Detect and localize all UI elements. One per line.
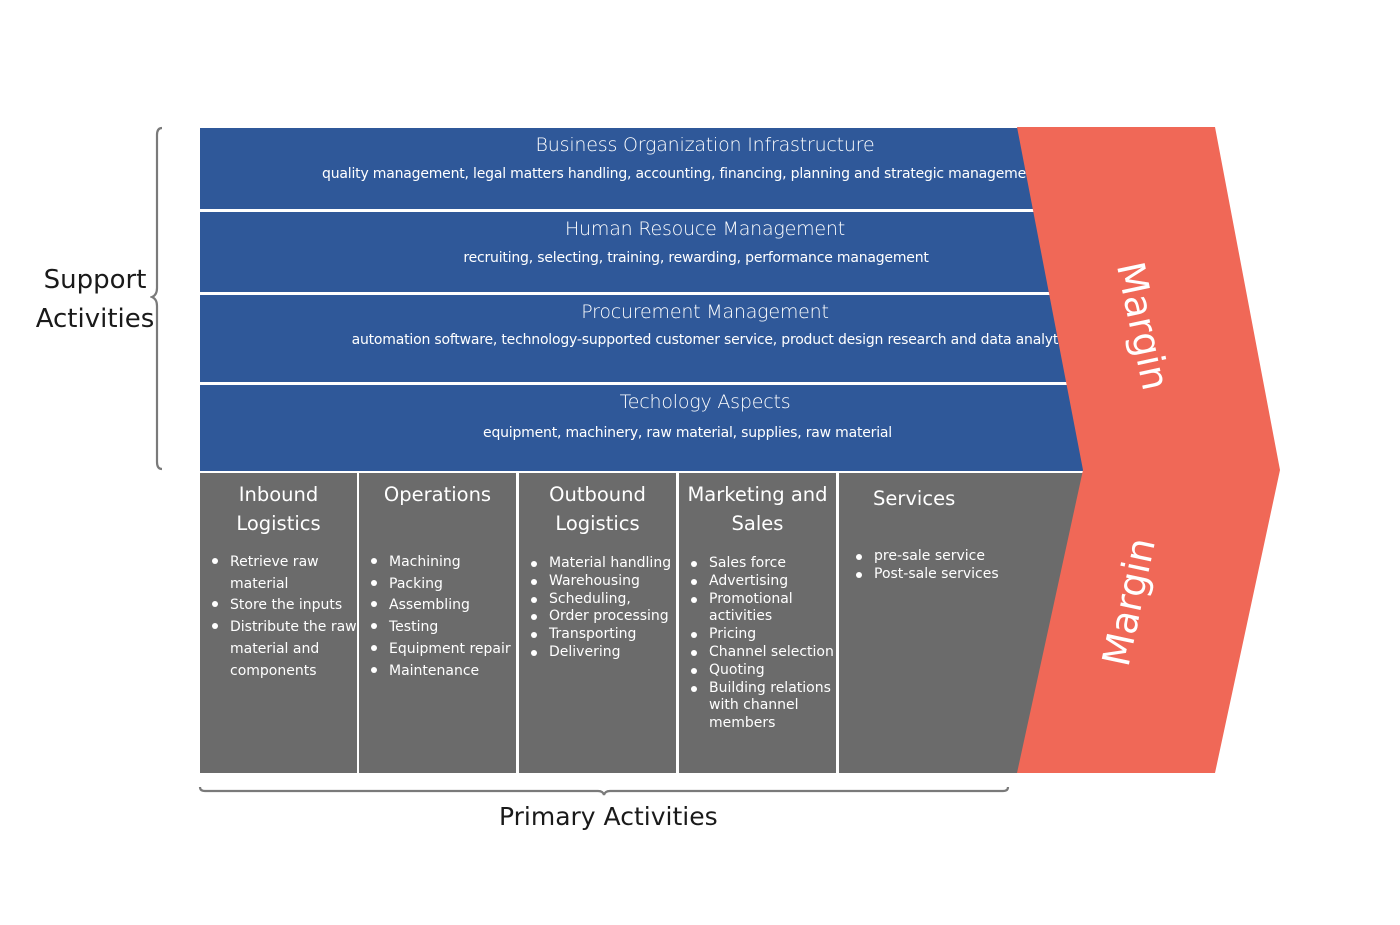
primary-activities-brace — [198, 786, 1010, 796]
primary-activities-label: Primary Activities — [499, 802, 718, 831]
margin-arrow-shape — [1017, 127, 1280, 773]
